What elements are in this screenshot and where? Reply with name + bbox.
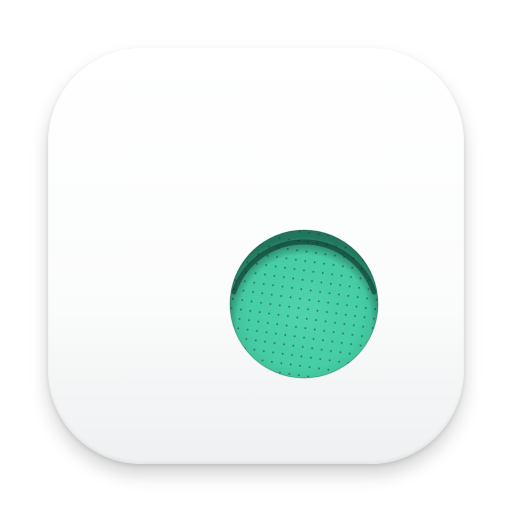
- inner-shadow: [230, 230, 378, 378]
- green-dotted-circle-graphic: [229, 229, 379, 379]
- app-icon[interactable]: [48, 48, 464, 464]
- green-dotted-circle-icon: [228, 228, 380, 380]
- icon-canvas: [0, 0, 512, 512]
